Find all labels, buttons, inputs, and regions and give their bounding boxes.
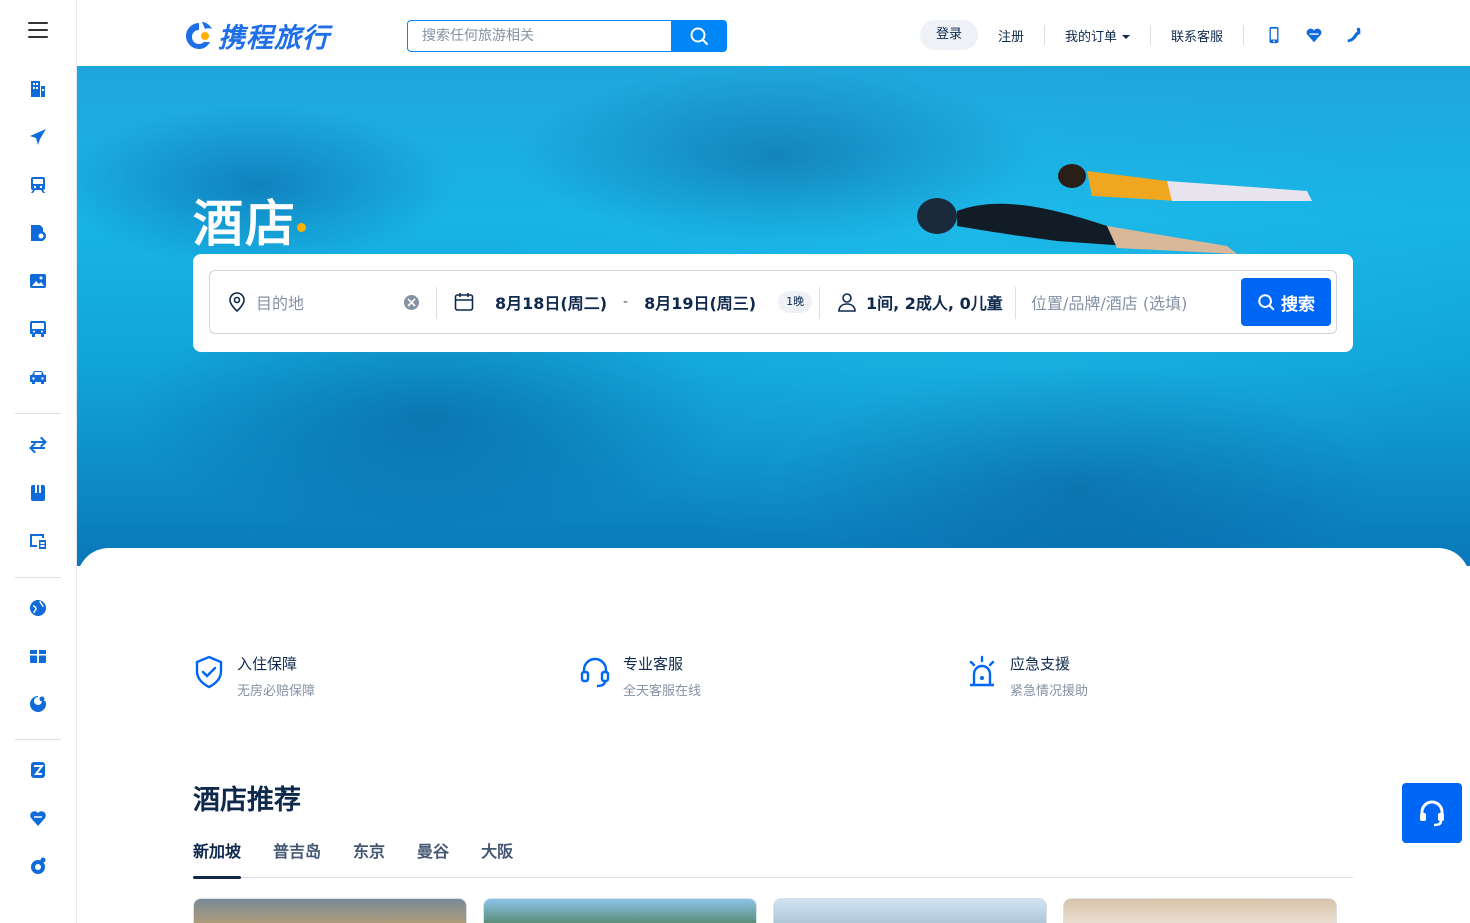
dolphin-logo-icon bbox=[186, 21, 212, 49]
location-pin-icon bbox=[229, 292, 245, 313]
hotel-card[interactable] bbox=[773, 898, 1047, 923]
attraction-icon[interactable] bbox=[27, 270, 49, 292]
nights-badge: 1晚 bbox=[778, 291, 813, 313]
feature-title: 入住保障 bbox=[237, 655, 298, 673]
search-label: 搜索 bbox=[1281, 294, 1315, 315]
customer-service-link[interactable]: 联系客服 bbox=[1151, 26, 1243, 45]
top-nav: 登录 注册 我的订单 联系客服 bbox=[919, 20, 1364, 50]
hotel-card[interactable] bbox=[1063, 898, 1337, 923]
tab-bangkok[interactable]: 曼谷 bbox=[417, 838, 449, 878]
charity-heart-icon[interactable] bbox=[1304, 25, 1324, 45]
zhixing-icon[interactable] bbox=[27, 759, 49, 781]
accessibility-icon[interactable] bbox=[1344, 25, 1364, 45]
tab-singapore[interactable]: 新加坡 bbox=[193, 838, 242, 879]
alarm-light-icon bbox=[969, 655, 995, 687]
destination-field[interactable]: 目的地 bbox=[226, 271, 422, 333]
car-icon[interactable] bbox=[27, 366, 49, 388]
hotel-booking-panel: 目的地 8月18日(周二) - 8月19日(周三) 1晚 1间, 2成人, 0儿… bbox=[193, 254, 1353, 352]
tab-osaka[interactable]: 大阪 bbox=[481, 838, 513, 878]
clear-destination-icon[interactable] bbox=[404, 295, 419, 310]
hero-background-image bbox=[917, 164, 1312, 254]
gift-icon[interactable] bbox=[27, 645, 49, 667]
menu-icon[interactable] bbox=[28, 22, 48, 38]
destination-placeholder: 目的地 bbox=[256, 294, 305, 313]
headset-icon bbox=[580, 657, 610, 688]
hotel-icon[interactable] bbox=[27, 78, 49, 100]
guide-icon[interactable] bbox=[27, 482, 49, 504]
city-tabs: 新加坡 普吉岛 东京 曼谷 大阪 bbox=[193, 838, 1353, 879]
date-separator: - bbox=[623, 294, 629, 310]
global-search bbox=[407, 20, 727, 52]
shield-check-icon bbox=[195, 655, 223, 689]
guests-field[interactable]: 1间, 2成人, 0儿童 bbox=[836, 271, 1016, 333]
checkin-date: 8月18日(周二) bbox=[495, 294, 608, 313]
global-search-button[interactable] bbox=[671, 20, 727, 52]
flight-icon[interactable] bbox=[27, 126, 49, 148]
keyword-placeholder: 位置/品牌/酒店 (选填) bbox=[1031, 294, 1188, 313]
guests-summary: 1间, 2成人, 0儿童 bbox=[866, 294, 1003, 313]
hotel-card[interactable] bbox=[193, 898, 467, 923]
charity-icon[interactable] bbox=[27, 807, 49, 829]
transfer-icon[interactable] bbox=[27, 434, 49, 456]
hero-title-dot bbox=[297, 223, 306, 232]
recommend-title: 酒店推荐 bbox=[193, 785, 301, 816]
feature-checkin-guarantee: 入住保障 无房必赔保障 bbox=[193, 654, 315, 699]
top-header: 携程旅行 登录 注册 我的订单 联系客服 bbox=[77, 0, 1470, 66]
login-button[interactable]: 登录 bbox=[919, 20, 978, 50]
ctrip-logo-icon[interactable] bbox=[27, 855, 49, 877]
hero-title: 酒店 bbox=[193, 195, 297, 253]
hero-banner: 酒店 目的地 8月18日(周二) - 8月19日(周三) 1晚 1间, 2成人,… bbox=[77, 66, 1470, 566]
customer-service-float-button[interactable] bbox=[1402, 783, 1462, 843]
person-icon bbox=[838, 293, 856, 312]
checkout-date: 8月19日(周三) bbox=[644, 294, 757, 313]
train-icon[interactable] bbox=[27, 174, 49, 196]
tab-phuket[interactable]: 普吉岛 bbox=[273, 838, 321, 878]
feature-emergency-support: 应急支援 紧急情况援助 bbox=[966, 654, 1088, 699]
ctrip-icon[interactable] bbox=[27, 693, 49, 715]
feature-subtitle: 紧急情况援助 bbox=[1010, 684, 1089, 699]
tour-icon[interactable] bbox=[27, 222, 49, 244]
global-search-input[interactable] bbox=[407, 20, 671, 52]
ctrip-logo[interactable]: 携程旅行 bbox=[182, 16, 330, 55]
feature-customer-service: 专业客服 全天客服在线 bbox=[579, 654, 701, 699]
date-range-field[interactable]: 8月18日(周二) - 8月19日(周三) 1晚 bbox=[453, 271, 813, 333]
global-icon[interactable] bbox=[27, 597, 49, 619]
tab-tokyo[interactable]: 东京 bbox=[353, 838, 385, 878]
feature-title: 应急支援 bbox=[1010, 655, 1071, 673]
feature-title: 专业客服 bbox=[623, 655, 684, 673]
orders-label: 我的订单 bbox=[1064, 29, 1117, 45]
headset-icon bbox=[1420, 800, 1444, 827]
calendar-icon bbox=[454, 293, 474, 311]
search-icon bbox=[690, 27, 708, 45]
logo-text: 携程旅行 bbox=[218, 23, 330, 54]
left-sidebar bbox=[0, 0, 77, 923]
hotel-card[interactable] bbox=[483, 898, 757, 923]
mobile-app-icon[interactable] bbox=[1264, 25, 1284, 45]
chevron-down-icon bbox=[1121, 35, 1130, 39]
search-icon bbox=[1258, 294, 1275, 311]
feature-subtitle: 全天客服在线 bbox=[623, 684, 702, 699]
register-link[interactable]: 注册 bbox=[978, 26, 1044, 45]
ticket-icon[interactable] bbox=[27, 530, 49, 552]
keyword-field[interactable]: 位置/品牌/酒店 (选填) bbox=[1031, 271, 1231, 333]
bus-icon[interactable] bbox=[27, 318, 49, 340]
main-content: 入住保障 无房必赔保障 专业客服 全天客服在线 应急支援 紧急情况援助 酒店推荐… bbox=[77, 548, 1470, 923]
feature-subtitle: 无房必赔保障 bbox=[237, 684, 316, 699]
booking-form: 目的地 8月18日(周二) - 8月19日(周三) 1晚 1间, 2成人, 0儿… bbox=[209, 270, 1337, 334]
orders-menu[interactable]: 我的订单 bbox=[1045, 26, 1150, 45]
hotel-search-button[interactable]: 搜索 bbox=[1241, 278, 1331, 326]
